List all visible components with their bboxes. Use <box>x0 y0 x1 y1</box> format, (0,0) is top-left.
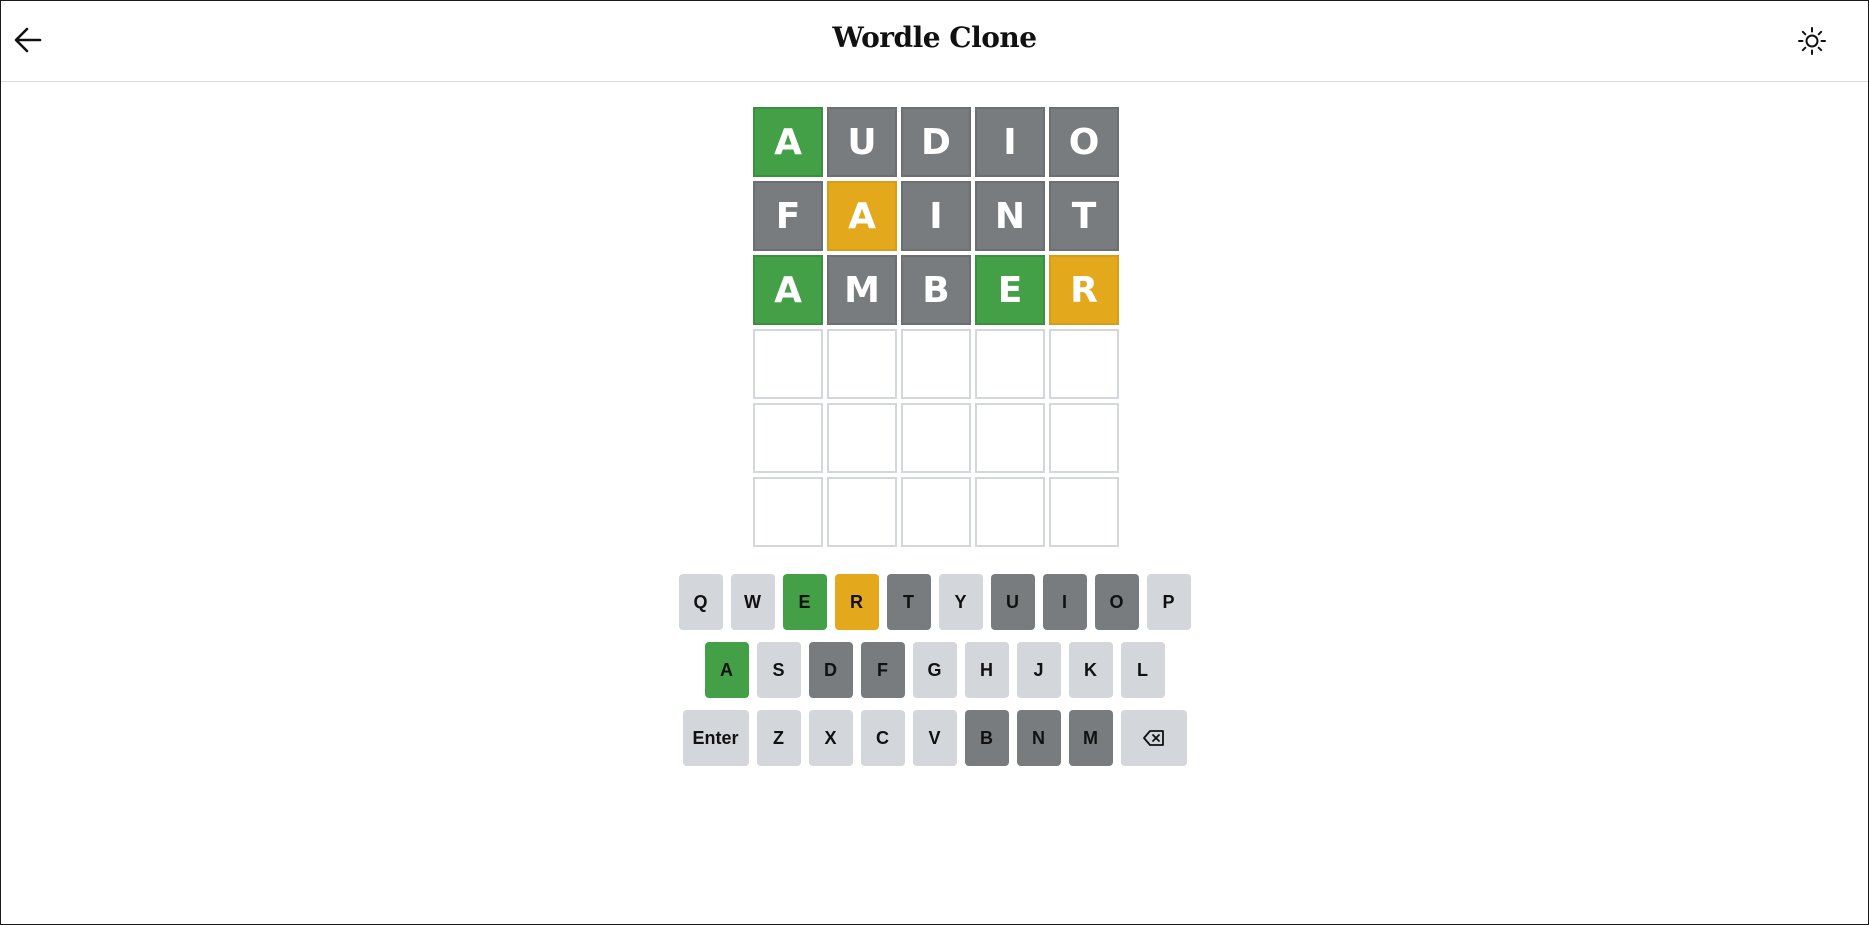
key-c[interactable]: C <box>860 710 905 766</box>
key-h[interactable]: H <box>964 642 1009 698</box>
board-tile: O <box>1049 107 1119 177</box>
board-tile: N <box>975 181 1045 251</box>
page-title: Wordle Clone <box>832 21 1037 54</box>
theme-toggle-button[interactable] <box>1796 25 1828 57</box>
key-z[interactable]: Z <box>756 710 801 766</box>
board-tile <box>827 403 897 473</box>
board-tile: M <box>827 255 897 325</box>
board-tile: A <box>753 107 823 177</box>
key-k[interactable]: K <box>1068 642 1113 698</box>
key-b[interactable]: B <box>964 710 1009 766</box>
board-tile <box>975 329 1045 399</box>
app-window: Wordle Clone AUDIOFAINTAMBER QWERTYUIOPA… <box>0 0 1869 925</box>
board-tile: D <box>901 107 971 177</box>
key-a[interactable]: A <box>704 642 749 698</box>
keyboard-row: Enter Z X C V B N M <box>1 710 1868 766</box>
key-q[interactable]: Q <box>678 574 723 630</box>
key-n[interactable]: N <box>1016 710 1061 766</box>
enter-key[interactable]: Enter <box>682 710 749 766</box>
keyboard-row: QWERTYUIOP <box>1 574 1868 630</box>
key-w[interactable]: W <box>730 574 775 630</box>
game-board: AUDIOFAINTAMBER <box>753 107 1119 547</box>
key-t[interactable]: T <box>886 574 931 630</box>
board-tile <box>827 477 897 547</box>
on-screen-keyboard: Q W E R T Y U I O P A S D F G H J K L Enter Z X C V B N M <box>1 574 1868 778</box>
board-tile: B <box>901 255 971 325</box>
board-tile: I <box>901 181 971 251</box>
key-v[interactable]: V <box>912 710 957 766</box>
board-tile <box>753 477 823 547</box>
key-u[interactable]: U <box>990 574 1035 630</box>
board-tile: I <box>975 107 1045 177</box>
key-g[interactable]: G <box>912 642 957 698</box>
header: Wordle Clone <box>1 1 1868 82</box>
backspace-key[interactable] <box>1120 710 1187 766</box>
board-tile <box>975 477 1045 547</box>
key-m[interactable]: M <box>1068 710 1113 766</box>
backspace-icon <box>1142 730 1164 746</box>
board-tile <box>901 329 971 399</box>
key-i[interactable]: I <box>1042 574 1087 630</box>
key-x[interactable]: X <box>808 710 853 766</box>
board-tile <box>1049 403 1119 473</box>
board-tile: T <box>1049 181 1119 251</box>
board-tile: F <box>753 181 823 251</box>
board-tile: A <box>827 181 897 251</box>
board-tile <box>753 403 823 473</box>
key-r[interactable]: R <box>834 574 879 630</box>
key-s[interactable]: S <box>756 642 801 698</box>
key-f[interactable]: F <box>860 642 905 698</box>
board-tile <box>975 403 1045 473</box>
key-j[interactable]: J <box>1016 642 1061 698</box>
key-p[interactable]: P <box>1146 574 1191 630</box>
board-tile <box>827 329 897 399</box>
board-tile <box>1049 477 1119 547</box>
board-tile: R <box>1049 255 1119 325</box>
key-e[interactable]: E <box>782 574 827 630</box>
board-tile <box>753 329 823 399</box>
key-y[interactable]: Y <box>938 574 983 630</box>
board-tile <box>901 477 971 547</box>
keyboard-row: ASDFGHJKL <box>1 642 1868 698</box>
board-tile: U <box>827 107 897 177</box>
board-tile: E <box>975 255 1045 325</box>
key-o[interactable]: O <box>1094 574 1139 630</box>
key-d[interactable]: D <box>808 642 853 698</box>
sun-icon <box>1798 27 1826 55</box>
board-tile: A <box>753 255 823 325</box>
board-tile <box>1049 329 1119 399</box>
key-l[interactable]: L <box>1120 642 1165 698</box>
board-tile <box>901 403 971 473</box>
